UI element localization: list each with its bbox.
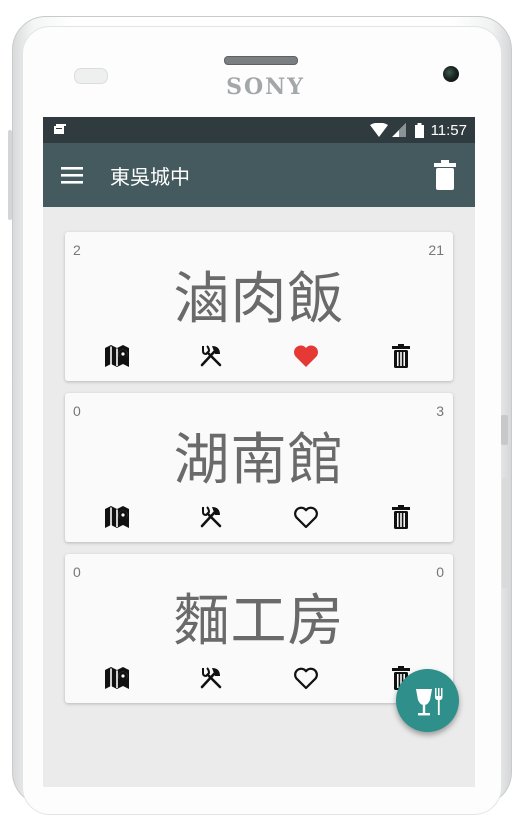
battery-icon [414,122,424,138]
heart-outline-icon [294,506,318,529]
app-bar: 東吳城中 [43,143,475,207]
restaurant-name: 滷肉飯 [173,267,345,332]
wifi-icon [369,123,388,137]
restaurant-card[interactable]: 2 21 滷肉飯 [65,232,453,381]
eat-button[interactable] [197,342,225,370]
notification-icon [54,124,66,134]
random-pick-fab[interactable] [396,669,459,732]
favorite-button[interactable] [292,664,320,692]
trash-icon[interactable] [434,160,456,190]
menu-icon[interactable] [61,165,83,185]
status-bar: 11:57 [43,117,475,143]
restaurant-name: 麵工房 [173,589,345,654]
delete-button[interactable] [387,503,415,531]
fork-knife-icon [200,667,222,689]
status-indicators: 11:57 [369,120,467,140]
favorite-button[interactable] [292,342,320,370]
card-actions [65,342,453,370]
map-icon [105,667,129,689]
eat-button[interactable] [197,664,225,692]
trash-icon [392,505,410,529]
restaurant-card[interactable]: 0 0 麵工房 [65,554,453,703]
map-button[interactable] [103,503,131,531]
card-actions [65,664,453,692]
map-button[interactable] [103,342,131,370]
brand-logo: SONY [226,74,305,100]
volume-button [8,130,12,220]
map-icon [105,345,129,367]
heart-icon [293,345,319,367]
status-time: 11:57 [430,121,467,139]
signal-icon [391,123,406,137]
delete-button[interactable] [387,342,415,370]
card-actions [65,503,453,531]
heart-outline-icon [294,667,318,690]
app-title: 東吳城中 [110,165,190,189]
map-button[interactable] [103,664,131,692]
map-icon [105,506,129,528]
power-button [501,415,508,445]
fork-knife-icon [200,506,222,528]
fork-knife-icon [200,345,222,367]
restaurant-card[interactable]: 0 3 湖南館 [65,393,453,542]
side-button [502,478,508,588]
restaurant-name: 湖南館 [173,428,345,493]
eat-button[interactable] [197,503,225,531]
drink-fork-icon [416,688,443,716]
favorite-button[interactable] [292,503,320,531]
trash-icon [392,344,410,368]
earpiece-speaker [224,56,298,65]
